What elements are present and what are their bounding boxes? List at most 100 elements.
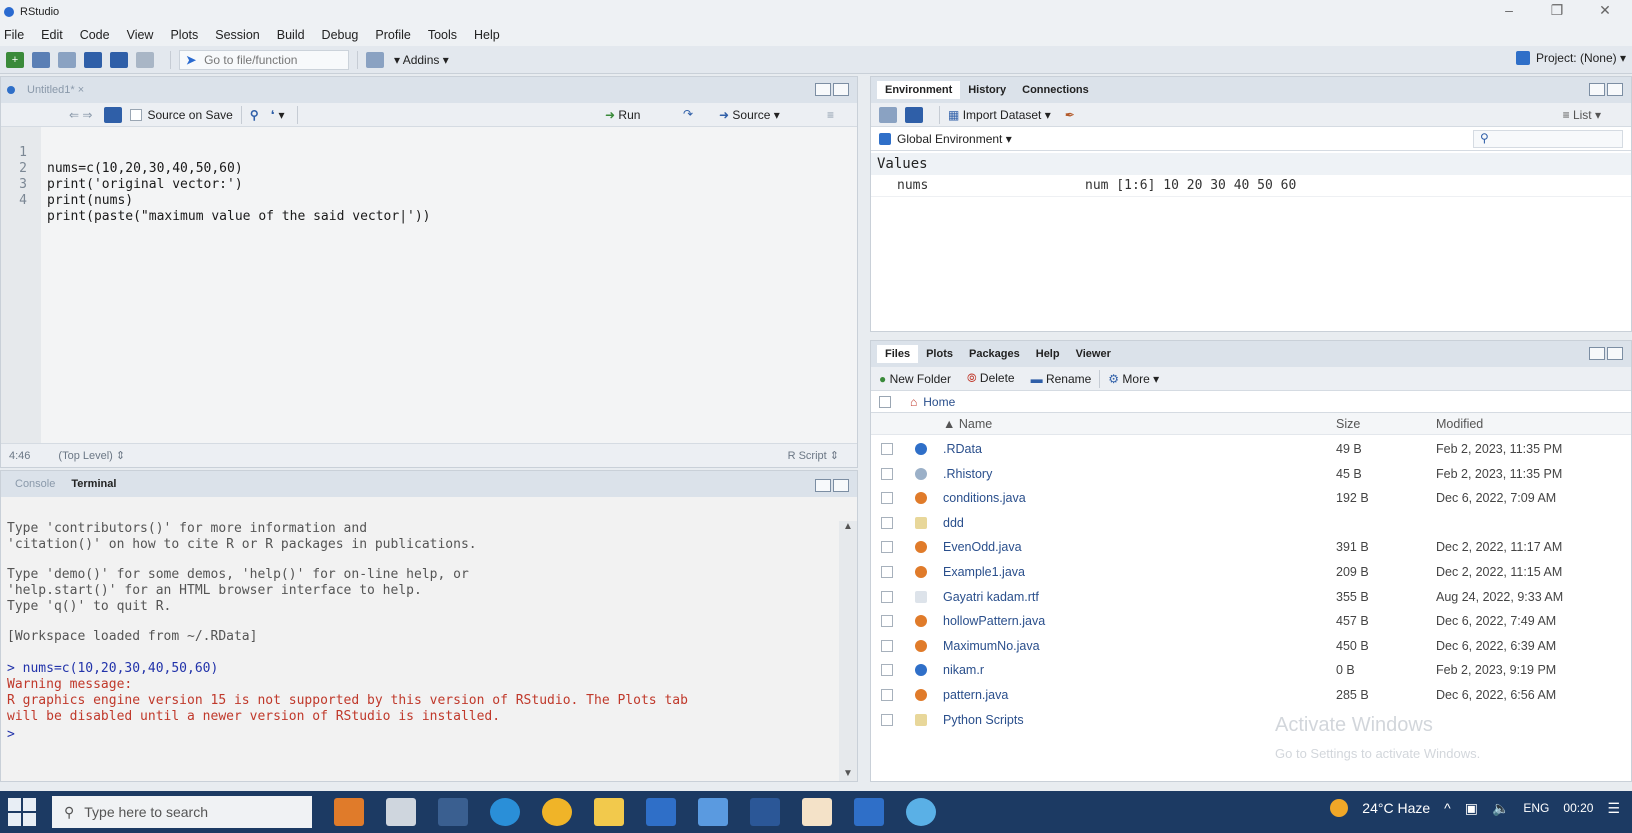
- open-project-icon[interactable]: [32, 51, 50, 68]
- nav-arrows-icon[interactable]: ⇐ ⇒: [69, 108, 92, 122]
- list-view-selector[interactable]: ≡ List ▾: [1563, 108, 1601, 122]
- minimize-pane-icon[interactable]: [815, 479, 831, 492]
- new-file-icon[interactable]: +: [6, 51, 24, 68]
- grid-layout-icon[interactable]: [366, 51, 384, 68]
- tab-help[interactable]: Help: [1028, 345, 1068, 363]
- select-all-checkbox[interactable]: [879, 395, 891, 408]
- notifications-icon[interactable]: ☰: [1607, 800, 1620, 817]
- notepad-app-icon[interactable]: [854, 798, 884, 826]
- file-checkbox[interactable]: [881, 615, 893, 628]
- search-icon[interactable]: ⚲: [250, 108, 259, 122]
- column-name-header[interactable]: ▲ Name: [943, 417, 992, 431]
- file-row[interactable]: ddd: [871, 511, 1631, 535]
- environment-search-input[interactable]: ⚲: [1473, 130, 1623, 148]
- outline-icon[interactable]: ≡: [827, 108, 834, 122]
- file-row[interactable]: .RData 49 B Feb 2, 2023, 11:35 PM: [871, 437, 1631, 461]
- file-checkbox[interactable]: [881, 664, 893, 677]
- menu-edit[interactable]: Edit: [41, 28, 63, 42]
- chrome-browser-icon[interactable]: [542, 798, 572, 826]
- edge-browser-icon[interactable]: [490, 798, 520, 826]
- tab-viewer[interactable]: Viewer: [1068, 345, 1119, 363]
- scope-selector[interactable]: (Top Level) ⇕: [58, 449, 125, 462]
- breadcrumb-home[interactable]: Home: [923, 395, 955, 409]
- calculator-app-icon[interactable]: [386, 798, 416, 826]
- menu-help[interactable]: Help: [474, 28, 500, 42]
- file-name-link[interactable]: hollowPattern.java: [943, 614, 1045, 628]
- console-scrollbar[interactable]: ▲ ▼: [839, 521, 857, 781]
- tab-packages[interactable]: Packages: [961, 345, 1028, 363]
- tab-files[interactable]: Files: [877, 345, 919, 363]
- maximize-pane-icon[interactable]: [1607, 347, 1623, 360]
- file-checkbox[interactable]: [881, 492, 893, 505]
- file-checkbox[interactable]: [881, 467, 893, 480]
- file-checkbox[interactable]: [881, 566, 893, 578]
- column-modified-header[interactable]: Modified: [1436, 417, 1483, 431]
- file-name-link[interactable]: Python Scripts: [943, 713, 1024, 727]
- volume-icon[interactable]: 🔈: [1492, 800, 1509, 817]
- weather-label[interactable]: 24°C Haze: [1362, 800, 1430, 816]
- file-row[interactable]: Gayatri kadam.rtf 355 B Aug 24, 2022, 9:33…: [871, 585, 1631, 609]
- file-row[interactable]: .Rhistory 45 B Feb 2, 2023, 11:35 PM: [871, 462, 1631, 486]
- console-output[interactable]: Type 'contributors()' for more informati…: [1, 521, 841, 781]
- run-button[interactable]: ➜ Run: [605, 108, 640, 122]
- source-button[interactable]: ➜ Source ▾: [719, 108, 780, 122]
- file-checkbox[interactable]: [881, 713, 893, 726]
- file-name-link[interactable]: Gayatri kadam.rtf: [943, 590, 1039, 604]
- open-file-icon[interactable]: [58, 51, 76, 68]
- tab-history[interactable]: History: [960, 81, 1014, 99]
- minimize-pane-icon[interactable]: [1589, 83, 1605, 96]
- file-row[interactable]: pattern.java 285 B Dec 6, 2022, 6:56 AM: [871, 683, 1631, 707]
- file-checkbox[interactable]: [881, 590, 893, 603]
- file-row[interactable]: EvenOdd.java 391 B Dec 2, 2022, 11:17 AM: [871, 535, 1631, 559]
- close-icon[interactable]: ✕: [1582, 2, 1628, 19]
- file-name-link[interactable]: EvenOdd.java: [943, 540, 1022, 554]
- project-menu[interactable]: Project: (None) ▾: [1515, 51, 1626, 65]
- clock[interactable]: 00:20: [1563, 801, 1593, 815]
- print-icon[interactable]: [136, 51, 154, 68]
- global-environment-selector[interactable]: Global Environment ▾: [897, 132, 1012, 146]
- broom-icon[interactable]: ✒: [1065, 108, 1075, 122]
- taskbar-search-input[interactable]: ⚲ Type here to search: [52, 796, 312, 828]
- file-row[interactable]: Example1.java 209 B Dec 2, 2022, 11:15 AM: [871, 560, 1631, 584]
- file-checkbox[interactable]: [881, 541, 893, 554]
- tab-untitled1[interactable]: Untitled1* ×: [19, 81, 92, 99]
- minimize-icon[interactable]: –: [1486, 2, 1532, 18]
- menu-build[interactable]: Build: [277, 28, 305, 42]
- restore-icon[interactable]: ❐: [1534, 2, 1580, 19]
- rstudio-app-icon[interactable]: [906, 798, 936, 826]
- minimize-pane-icon[interactable]: [815, 83, 831, 96]
- photos-app-icon[interactable]: [698, 798, 728, 826]
- menu-tools[interactable]: Tools: [428, 28, 457, 42]
- menu-code[interactable]: Code: [80, 28, 110, 42]
- menu-view[interactable]: View: [127, 28, 154, 42]
- menu-session[interactable]: Session: [215, 28, 259, 42]
- import-dataset-button[interactable]: ▦ Import Dataset ▾: [948, 108, 1051, 122]
- mail-app-icon[interactable]: [646, 798, 676, 826]
- file-row[interactable]: nikam.r 0 B Feb 2, 2023, 9:19 PM: [871, 658, 1631, 682]
- maximize-pane-icon[interactable]: [833, 479, 849, 492]
- windows-start-icon[interactable]: [8, 798, 36, 826]
- rename-button[interactable]: ▬ Rename: [1031, 372, 1092, 386]
- file-name-link[interactable]: MaximumNo.java: [943, 639, 1040, 653]
- tab-console[interactable]: Console: [7, 475, 63, 493]
- file-name-link[interactable]: .RData: [943, 442, 982, 456]
- maximize-pane-icon[interactable]: [1607, 83, 1623, 96]
- file-row[interactable]: conditions.java 192 B Dec 6, 2022, 7:09 AM: [871, 486, 1631, 510]
- menu-plots[interactable]: Plots: [170, 28, 198, 42]
- tab-terminal[interactable]: Terminal: [63, 475, 124, 493]
- source-on-save-checkbox[interactable]: [130, 108, 143, 121]
- file-checkbox[interactable]: [881, 516, 893, 529]
- file-name-link[interactable]: ddd: [943, 516, 964, 530]
- file-name-link[interactable]: .Rhistory: [943, 467, 992, 481]
- magic-wand-icon[interactable]: ❛: [271, 108, 275, 122]
- more-button[interactable]: ⚙ More ▾: [1108, 372, 1159, 386]
- save-all-icon[interactable]: [110, 51, 128, 68]
- news-app-icon[interactable]: [334, 798, 364, 826]
- rerun-icon[interactable]: ↷: [683, 107, 693, 121]
- menu-profile[interactable]: Profile: [375, 28, 410, 42]
- file-row[interactable]: hollowPattern.java 457 B Dec 6, 2022, 7:49…: [871, 609, 1631, 633]
- code-editor[interactable]: 1 nums=c(10,20,30,40,50,60) 2 print('ori…: [1, 127, 857, 445]
- network-icon[interactable]: ▣: [1465, 800, 1478, 817]
- tab-connections[interactable]: Connections: [1014, 81, 1097, 99]
- save-icon[interactable]: [84, 51, 102, 68]
